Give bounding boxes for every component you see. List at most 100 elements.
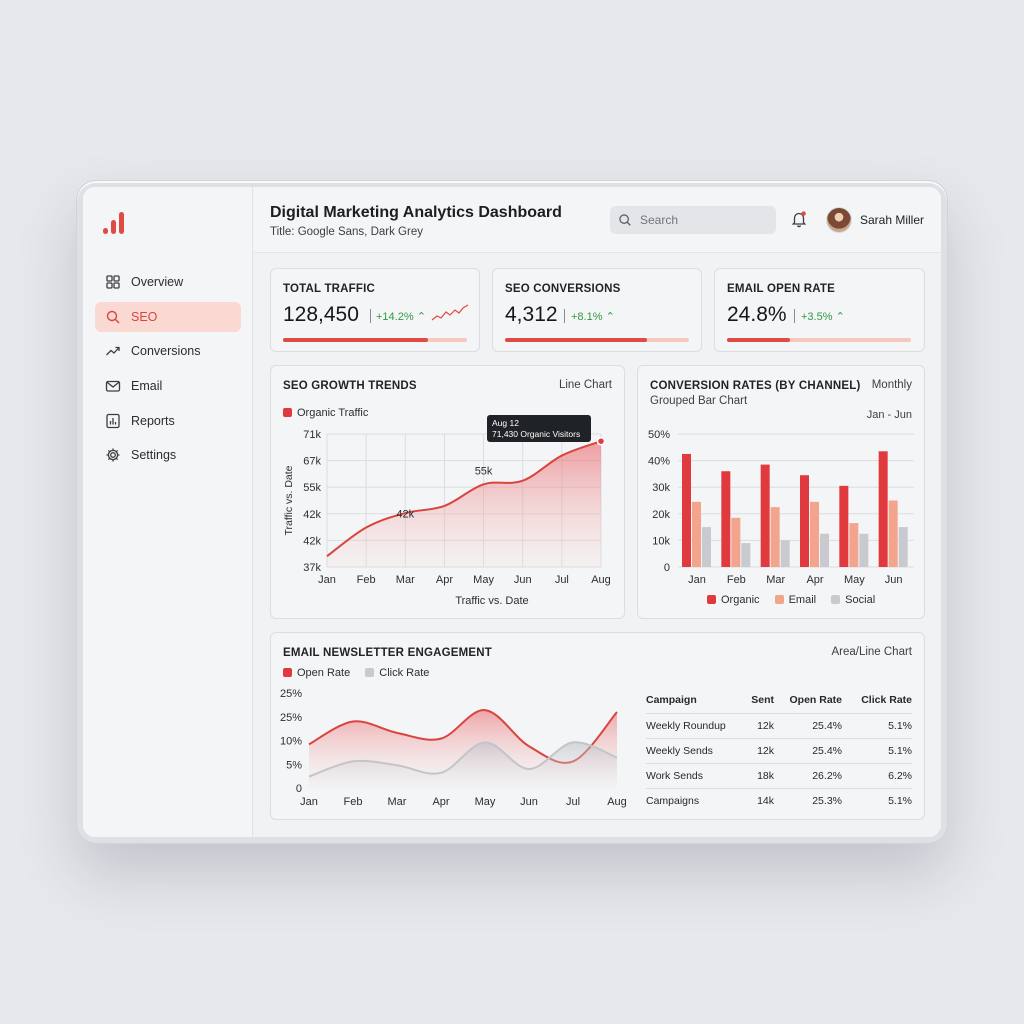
bar bbox=[849, 523, 859, 567]
x-tick-label: Apr bbox=[436, 574, 453, 586]
bar bbox=[859, 533, 869, 567]
kpi-delta-value: +3.5% bbox=[801, 311, 833, 323]
bar bbox=[878, 451, 888, 567]
bar bbox=[770, 507, 780, 567]
table-cell: 25.4% bbox=[774, 737, 842, 763]
legend-swatch bbox=[707, 595, 716, 604]
y-axis-label: Traffic vs. Date bbox=[283, 465, 295, 535]
sidebar-item-conversions[interactable]: Conversions bbox=[95, 336, 241, 366]
table-cell: 14k bbox=[738, 787, 774, 813]
sidebar-item-label: Overview bbox=[131, 275, 184, 289]
x-tick-label: Jul bbox=[555, 574, 569, 586]
bar bbox=[731, 517, 741, 567]
bar bbox=[888, 500, 898, 567]
notification-bell-icon[interactable] bbox=[790, 210, 808, 228]
page-subtitle: Title: Google Sans, Dark Grey bbox=[270, 226, 423, 238]
table-cell: 26.2% bbox=[774, 762, 842, 788]
table-cell: 5.1% bbox=[842, 737, 912, 763]
bar bbox=[682, 453, 691, 567]
x-tick-label: Jul bbox=[566, 796, 580, 808]
sidebar-item-reports[interactable]: Reports bbox=[95, 406, 241, 436]
bar bbox=[800, 475, 809, 567]
x-tick-label: May bbox=[844, 574, 865, 586]
search-box[interactable] bbox=[610, 206, 776, 234]
kpi-progress-fill bbox=[505, 338, 647, 342]
table-cell: 25.3% bbox=[774, 787, 842, 813]
legend-label: Email bbox=[788, 594, 817, 606]
table-cell: 12k bbox=[738, 737, 774, 763]
sidebar-item-label: Reports bbox=[131, 413, 175, 428]
chart-legend: Organic Email Social bbox=[707, 594, 875, 606]
bar bbox=[820, 533, 829, 567]
column-header: Open Rate bbox=[789, 694, 842, 707]
x-tick-label: Feb bbox=[357, 574, 376, 586]
table-cell: Campaigns bbox=[646, 787, 738, 813]
x-tick-label: Mar bbox=[396, 574, 415, 586]
y-tick-label: 42k bbox=[303, 509, 321, 521]
y-tick-label: 5% bbox=[286, 759, 302, 771]
tooltip-date: Aug 12 bbox=[492, 418, 519, 428]
area-fill bbox=[327, 441, 601, 567]
kpi-divider bbox=[794, 309, 795, 323]
sidebar-item-overview[interactable]: Overview bbox=[95, 267, 241, 297]
table-cell: 6.2% bbox=[842, 762, 912, 788]
app-window: Overview SEO Conversions Email Reports S… bbox=[83, 187, 941, 837]
x-tick-label: Jun bbox=[514, 574, 532, 586]
bar bbox=[721, 471, 731, 567]
column-header: Campaign bbox=[646, 694, 697, 707]
conversion-rates-card: CONVERSION RATES (BY CHANNEL) Monthly Gr… bbox=[637, 365, 925, 619]
sidebar-item-email[interactable]: Email bbox=[95, 371, 241, 401]
arrow-up-icon: ⌃ bbox=[835, 311, 845, 323]
y-tick-label: 71k bbox=[303, 429, 321, 441]
x-tick-label: May bbox=[475, 796, 496, 808]
legend-swatch bbox=[774, 595, 784, 604]
y-tick-label: 10% bbox=[280, 736, 302, 748]
sidebar-item-seo[interactable]: SEO bbox=[95, 301, 241, 332]
table-row[interactable]: Work Sends 18k 26.2% 6.2% bbox=[646, 762, 912, 788]
y-tick-label: 25% bbox=[280, 712, 302, 724]
search-input[interactable] bbox=[640, 213, 760, 227]
kpi-delta: +3.5% ⌃ bbox=[801, 310, 845, 323]
y-tick-label: 30k bbox=[652, 482, 670, 494]
kpi-delta-value: +14.2% bbox=[376, 311, 414, 323]
kpi-progress-track bbox=[505, 338, 689, 342]
avatar[interactable] bbox=[826, 207, 852, 233]
x-tick-label: Feb bbox=[344, 796, 363, 808]
x-tick-label: May bbox=[473, 574, 494, 586]
kpi-divider bbox=[370, 309, 371, 323]
table-row[interactable]: Weekly Sends 12k 25.4% 5.1% bbox=[646, 737, 912, 763]
legend-swatch bbox=[831, 595, 841, 604]
table-cell: 25.4% bbox=[774, 712, 842, 738]
x-tick-label: Aug bbox=[607, 796, 627, 808]
grid-icon bbox=[105, 274, 121, 290]
table-cell: 18k bbox=[738, 762, 774, 788]
y-tick-label: 40% bbox=[648, 456, 670, 468]
sidebar-item-label: Email bbox=[131, 379, 163, 394]
x-tick-label: Apr bbox=[806, 574, 823, 586]
table-row[interactable]: Weekly Roundup 12k 25.4% 5.1% bbox=[646, 712, 912, 738]
arrow-up-icon: ⌃ bbox=[416, 311, 426, 323]
arrow-up-icon: ⌃ bbox=[605, 311, 615, 323]
bar bbox=[839, 485, 849, 567]
x-tick-label: Jun bbox=[885, 574, 903, 586]
x-tick-label: Aug bbox=[591, 574, 611, 586]
seo-line-chart: 71k 67k 55k 42k 42k 37kJan Feb Mar Apr May Jun Jul A… bbox=[283, 429, 611, 607]
gear-icon bbox=[105, 447, 121, 463]
y-tick-label: 55k bbox=[303, 482, 321, 494]
table-row[interactable]: Campaigns 14k 25.3% 5.1% bbox=[646, 787, 912, 813]
kpi-progress-track bbox=[283, 338, 467, 342]
chart-tooltip: Aug 12 71,430 Organic Visitors bbox=[487, 415, 591, 442]
sidebar-item-settings[interactable]: Settings bbox=[95, 440, 241, 470]
bar bbox=[692, 501, 701, 567]
kpi-label: SEO CONVERSIONS bbox=[505, 283, 621, 295]
table-cell: Work Sends bbox=[646, 762, 738, 788]
x-tick-label: Jan bbox=[318, 574, 336, 586]
y-tick-label: 50% bbox=[648, 429, 670, 441]
sidebar: Overview SEO Conversions Email Reports S… bbox=[83, 187, 253, 837]
table-header-row: Campaign Sent Open Rate Click Rate bbox=[646, 688, 912, 713]
table-cell: Weekly Roundup bbox=[646, 712, 738, 738]
kpi-value: 24.8% bbox=[727, 303, 787, 326]
y-tick-label: 0 bbox=[664, 562, 670, 574]
search-icon bbox=[105, 309, 121, 325]
kpi-label: EMAIL OPEN RATE bbox=[727, 283, 835, 295]
